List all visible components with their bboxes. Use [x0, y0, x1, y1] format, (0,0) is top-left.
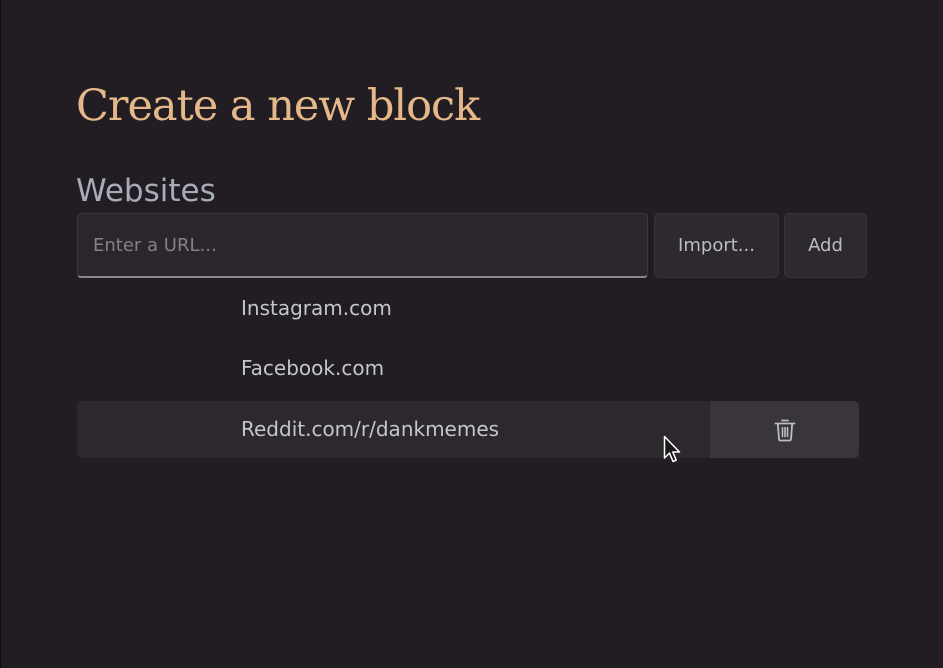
page-title: Create a new block: [76, 81, 480, 131]
website-list-item[interactable]: Reddit.com/r/dankmemes: [77, 401, 859, 458]
website-list-item-label: Facebook.com: [241, 356, 385, 380]
add-button[interactable]: Add: [784, 213, 867, 278]
import-button[interactable]: Import...: [654, 213, 779, 278]
delete-website-button[interactable]: [710, 401, 859, 458]
websites-section-label: Websites: [76, 173, 216, 209]
website-list-item-label: Reddit.com/r/dankmemes: [241, 417, 500, 441]
url-input[interactable]: [77, 213, 648, 278]
website-list-item-label: Instagram.com: [241, 296, 392, 320]
window-edge: [0, 0, 1, 668]
website-list-item[interactable]: Facebook.com: [77, 340, 859, 397]
website-list-item[interactable]: Instagram.com: [77, 280, 859, 337]
trash-icon: [774, 419, 795, 441]
